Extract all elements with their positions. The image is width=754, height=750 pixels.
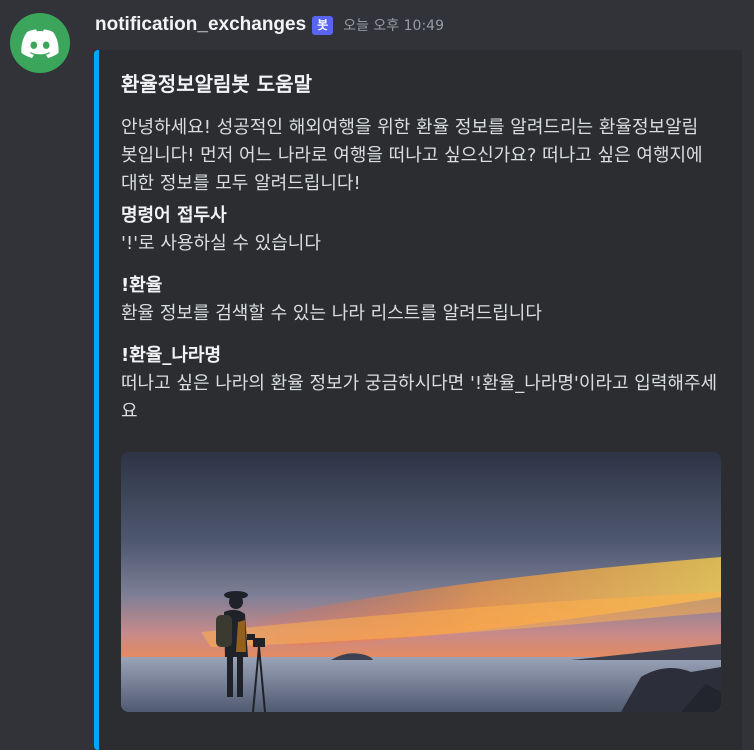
field-name: !환율 bbox=[121, 275, 163, 296]
message-header: notification_exchanges 봇 오늘 오후 10:49 bbox=[95, 10, 444, 40]
field-value: 떠나고 싶은 나라의 환율 정보가 궁금하시다면 '!환율_나라명'이라고 입력… bbox=[121, 373, 718, 422]
embed: 환율정보알림봇 도움말 안녕하세요! 성공적인 해외여행을 위한 환율 정보를 … bbox=[94, 50, 742, 750]
field-value: '!'로 사용하실 수 있습니다 bbox=[121, 233, 321, 254]
avatar[interactable] bbox=[10, 13, 70, 73]
bot-badge: 봇 bbox=[312, 15, 334, 35]
discord-logo-icon bbox=[21, 28, 59, 58]
embed-field: 명령어 접두사 '!'로 사용하실 수 있습니다 bbox=[121, 202, 721, 258]
username[interactable]: notification_exchanges bbox=[95, 14, 306, 36]
field-name: !환율_나라명 bbox=[121, 345, 222, 366]
embed-field: !환율_나라명 떠나고 싶은 나라의 환율 정보가 궁금하시다면 '!환율_나라… bbox=[121, 342, 721, 426]
embed-title: 환율정보알림봇 도움말 bbox=[121, 72, 312, 96]
embed-description: 안녕하세요! 성공적인 해외여행을 위한 환율 정보를 알려드리는 환율정보알림… bbox=[121, 117, 703, 194]
field-name: 명령어 접두사 bbox=[121, 205, 227, 226]
timestamp[interactable]: 오늘 오후 10:49 bbox=[343, 15, 444, 35]
embed-image[interactable] bbox=[121, 452, 721, 712]
field-value: 환율 정보를 검색할 수 있는 나라 리스트를 알려드립니다 bbox=[121, 303, 542, 324]
embed-field: !환율 환율 정보를 검색할 수 있는 나라 리스트를 알려드립니다 bbox=[121, 272, 721, 328]
sunset-traveler-photo bbox=[121, 452, 721, 712]
